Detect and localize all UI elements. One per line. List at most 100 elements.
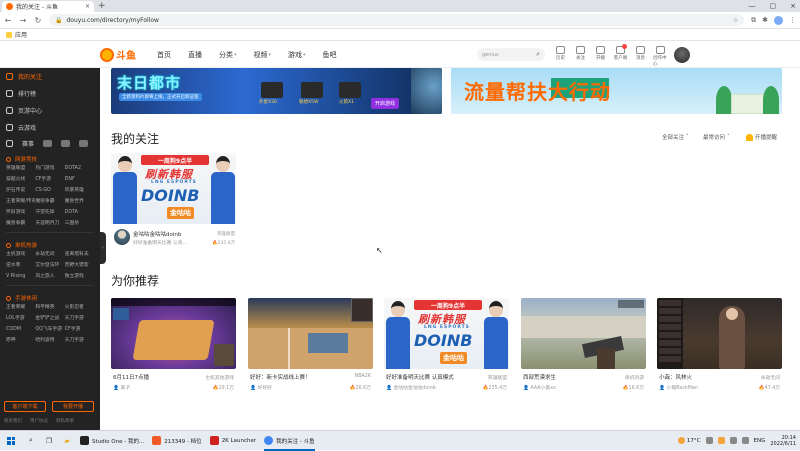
- category-link[interactable]: 主机游戏: [6, 251, 35, 259]
- events-label[interactable]: 赛事: [22, 139, 34, 148]
- start-live-button[interactable]: 开播: [593, 46, 608, 67]
- douyu-logo[interactable]: 斗鱼: [100, 47, 136, 62]
- streamer-name[interactable]: 👤 好好好: [250, 384, 272, 391]
- recommend-card[interactable]: 小哉：风林火 永劫无间 👤 小哉BackMan 🔥47.4万: [657, 298, 782, 398]
- stream-thumbnail[interactable]: 一周狗9点半 刷新韩服 LNG ESPORTS DOINB 金咕咕: [384, 298, 509, 369]
- category-link[interactable]: DNF: [65, 176, 94, 184]
- category-link[interactable]: 天刀手游: [65, 315, 94, 323]
- nav-category[interactable]: 分类 ▾: [219, 50, 237, 60]
- category-link[interactable]: 魔兽世界: [65, 198, 94, 206]
- file-explorer-icon[interactable]: ▰: [58, 431, 76, 451]
- category-link[interactable]: 金铲铲之战: [35, 315, 64, 323]
- streamer-name[interactable]: 👤 AAA小美xx: [523, 384, 556, 391]
- nav-yuba[interactable]: 鱼吧: [323, 50, 337, 60]
- stream-thumbnail[interactable]: [521, 298, 646, 369]
- stream-thumbnail[interactable]: [111, 298, 236, 369]
- search-input[interactable]: genius ⌕: [477, 48, 545, 61]
- streamer-name[interactable]: 👤 小哉BackMan: [659, 384, 698, 391]
- footer-link[interactable]: 用户协议: [30, 418, 48, 424]
- category-tag[interactable]: 英雄联盟: [217, 231, 235, 237]
- sidebar-item-webgame[interactable]: 页游中心: [0, 102, 100, 119]
- category-link[interactable]: CF手游: [35, 176, 64, 184]
- sidebar-item-cloudgame[interactable]: 云游戏: [0, 119, 100, 136]
- maximize-button[interactable]: ▢: [770, 0, 777, 12]
- category-link[interactable]: 火影忍者: [65, 304, 94, 312]
- avatar[interactable]: [114, 229, 130, 245]
- minimize-button[interactable]: —: [749, 0, 756, 12]
- category-tag[interactable]: 单机热游: [625, 374, 644, 381]
- category-link[interactable]: 风之旅人: [35, 273, 64, 281]
- nav-live[interactable]: 直播: [188, 50, 202, 60]
- category-tag[interactable]: NBA2K: [355, 374, 371, 379]
- tray-icon[interactable]: [705, 437, 713, 444]
- tab-close-icon[interactable]: ×: [85, 3, 90, 10]
- taskbar-app-2k-launcher[interactable]: 2K Launcher: [206, 431, 260, 451]
- banner-cta-button[interactable]: 开启游戏: [371, 98, 400, 109]
- category-link[interactable]: 原神: [6, 337, 35, 345]
- category-link[interactable]: 守望先锋: [35, 209, 64, 217]
- puzzle-icon[interactable]: ✱: [762, 16, 768, 25]
- input-language[interactable]: ENG: [754, 438, 766, 444]
- category-link[interactable]: 穿越火线: [6, 176, 35, 184]
- tray-icon[interactable]: [717, 437, 725, 444]
- recommend-card[interactable]: 好好：新卡实战线上赛！ NBA2K 👤 好好好 🔥26.6万: [248, 298, 373, 398]
- recommend-card[interactable]: 一周狗9点半 刷新韩服 LNG ESPORTS DOINB 金咕咕 好好准备明天…: [384, 298, 509, 398]
- streamer-name[interactable]: 👤 金咕咕金咕咕doinb: [386, 384, 436, 391]
- category-tag[interactable]: 主机其他游戏: [205, 374, 234, 381]
- category-link[interactable]: QQ飞车手游: [35, 326, 64, 334]
- footer-link[interactable]: 隐私政策: [56, 418, 74, 424]
- category-link[interactable]: DOTA2: [65, 165, 94, 173]
- category-link[interactable]: 逃离塔科夫: [65, 251, 94, 259]
- category-link[interactable]: 荒野大镖客: [65, 262, 94, 270]
- browser-tab[interactable]: 我的关注 - 斗鱼 ×: [2, 1, 94, 12]
- recommend-card[interactable]: 6月11日7点播 主机其他游戏 👤 美子 🔥29.1万: [111, 298, 236, 398]
- category-link[interactable]: 风暴英雄: [65, 187, 94, 195]
- dota-icon[interactable]: [61, 140, 71, 147]
- category-link[interactable]: V Rising: [6, 273, 35, 281]
- clock[interactable]: 20:14 2022/6/11: [770, 435, 796, 447]
- category-link[interactable]: CF手游: [65, 326, 94, 334]
- recommend-card[interactable]: 西部荒漠求生 单机热游 👤 AAA小美xx 🔥16.6万: [521, 298, 646, 398]
- category-link[interactable]: 英雄联盟: [6, 165, 35, 173]
- follow-filter-dropdown[interactable]: 全部关注 ˅: [662, 133, 689, 141]
- taskbar-app-studio-one[interactable]: Studio One - 我的...: [76, 431, 148, 451]
- stream-thumbnail[interactable]: [248, 298, 373, 369]
- category-link[interactable]: CS:GO: [35, 187, 64, 195]
- category-link[interactable]: 炉石传说: [6, 187, 35, 195]
- sidebar-collapse-handle[interactable]: ‹: [100, 232, 106, 264]
- taskbar-app-recorder[interactable]: 213349 - 档位: [148, 431, 205, 451]
- network-icon[interactable]: [729, 437, 737, 444]
- bookmark-star-icon[interactable]: ☆: [733, 17, 738, 24]
- stream-thumbnail[interactable]: [657, 298, 782, 369]
- category-link[interactable]: LOL手游: [6, 315, 35, 323]
- category-link[interactable]: 魔兽争霸: [6, 220, 35, 228]
- nav-video[interactable]: 视频 ▾: [254, 50, 272, 60]
- category-link[interactable]: 王者荣耀: [6, 304, 35, 312]
- category-link[interactable]: 王者荣耀/传奇: [6, 198, 35, 206]
- streamer-name[interactable]: 金咕咕金咕咕doinb: [133, 230, 181, 238]
- start-live-button[interactable]: 我要开播: [52, 401, 94, 412]
- search-icon[interactable]: ⌕: [22, 431, 40, 451]
- sidebar-item-follow[interactable]: 我的关注: [0, 68, 100, 85]
- menu-dots-icon[interactable]: ⋮: [789, 16, 796, 25]
- category-tag[interactable]: 永劫无间: [761, 374, 780, 381]
- history-button[interactable]: 历史: [553, 46, 568, 67]
- search-icon[interactable]: ⌕: [536, 50, 540, 59]
- category-link[interactable]: 魔兽争霸: [35, 198, 64, 206]
- stream-thumbnail[interactable]: 一周狗9点半 刷新韩服 LNG ESPORTS DOINB 金咕咕: [111, 153, 236, 224]
- pubg-icon[interactable]: [79, 140, 89, 147]
- reload-icon[interactable]: ↻: [34, 16, 42, 25]
- category-link[interactable]: 天刀手游: [65, 337, 94, 345]
- category-link[interactable]: 三国杀: [65, 220, 94, 228]
- lol-icon[interactable]: [43, 140, 53, 147]
- download-client-button[interactable]: 客户端下载: [4, 401, 46, 412]
- sort-dropdown[interactable]: 最常访问 ˅: [703, 133, 730, 141]
- category-link[interactable]: CODM: [6, 326, 35, 334]
- close-window-button[interactable]: ×: [790, 0, 796, 12]
- client-button[interactable]: 客户端: [613, 44, 628, 67]
- category-link[interactable]: 天涯明月刀: [35, 220, 64, 228]
- task-view-icon[interactable]: ❐: [40, 431, 58, 451]
- volume-icon[interactable]: [741, 437, 749, 444]
- start-button[interactable]: [0, 431, 22, 451]
- nav-game[interactable]: 游戏 ▾: [288, 50, 306, 60]
